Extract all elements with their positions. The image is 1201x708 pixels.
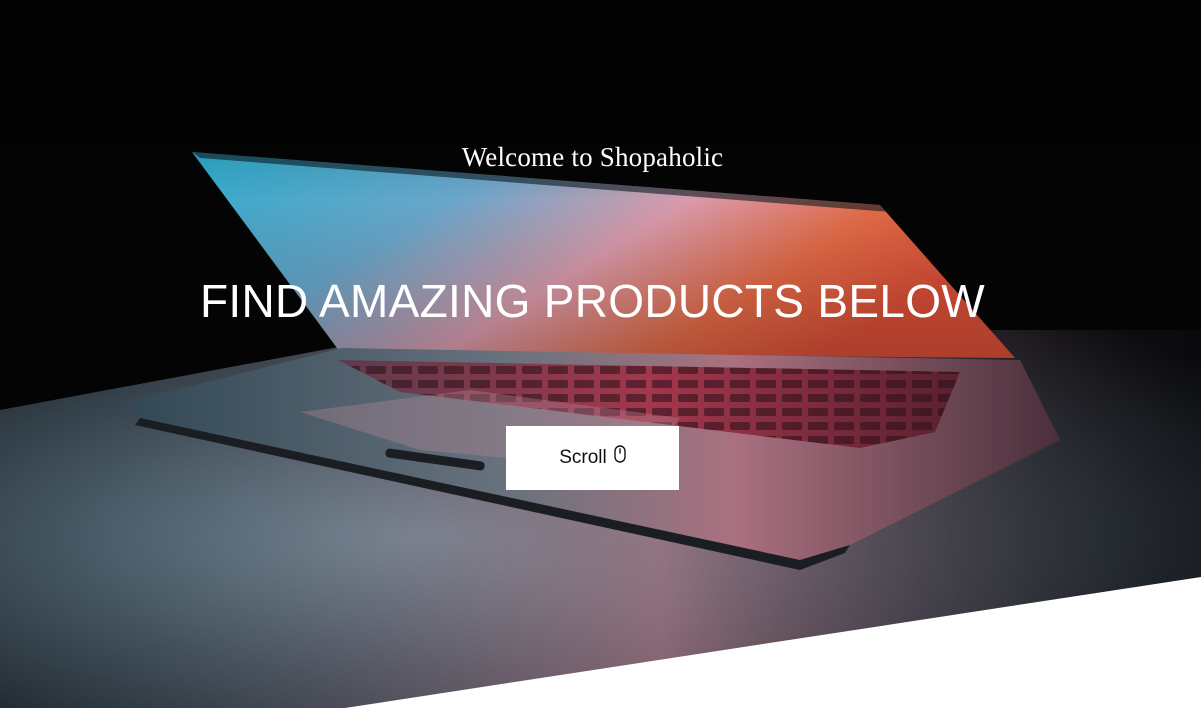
- hero-background-image: [0, 0, 1201, 708]
- mouse-icon: [614, 445, 626, 465]
- welcome-text: Welcome to Shopaholic: [461, 142, 724, 172]
- hero-headline: FIND AMAZING PRODUCTS BELOW: [199, 275, 986, 327]
- hero-section: Welcome to Shopaholic FIND AMAZING PRODU…: [0, 0, 1201, 708]
- scroll-button[interactable]: Scroll: [506, 426, 679, 490]
- scroll-button-label: Scroll: [559, 447, 607, 468]
